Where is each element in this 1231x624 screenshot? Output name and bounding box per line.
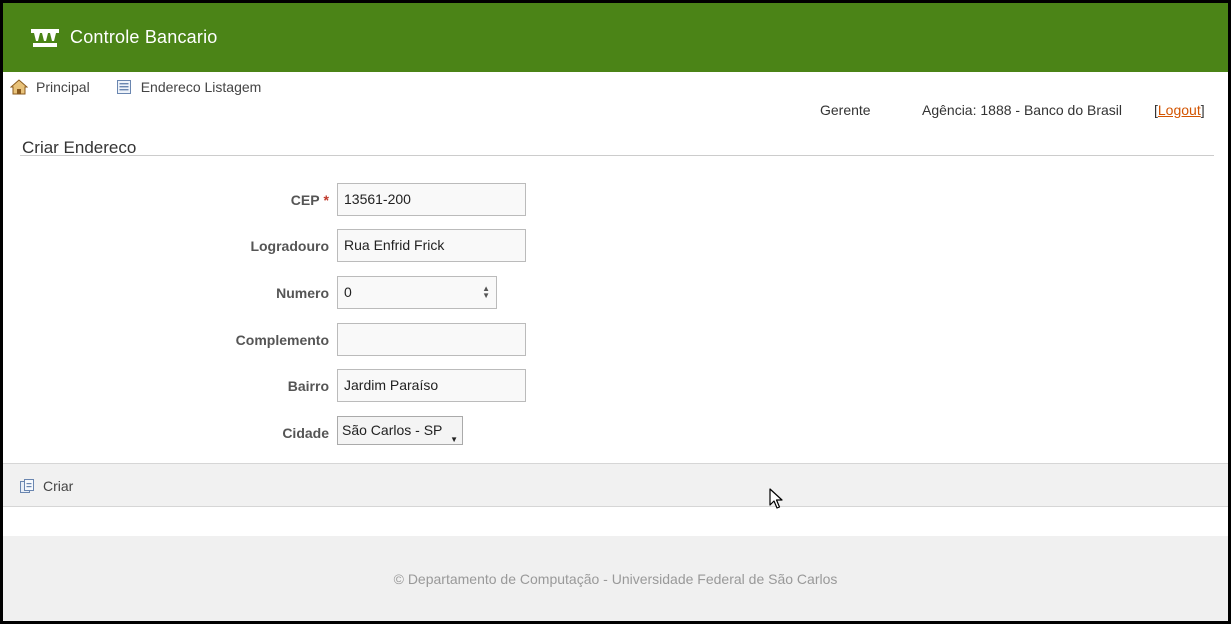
logout-link[interactable]: Logout: [1158, 102, 1201, 118]
bairro-label: Bairro: [287, 378, 329, 394]
title-divider: [20, 155, 1214, 156]
app-title: Controle Bancario: [70, 27, 218, 47]
numero-value: 0: [344, 284, 352, 300]
breadcrumb-nav: Principal Endereco Listagem: [10, 79, 286, 95]
cep-input[interactable]: 13561-200: [337, 183, 526, 216]
complemento-row: Complemento: [3, 323, 703, 357]
nav-principal-link[interactable]: Principal: [10, 79, 90, 95]
cep-label: CEP *: [291, 192, 329, 208]
cidade-label: Cidade: [282, 425, 329, 441]
chevron-down-icon: ▼: [450, 435, 458, 444]
footer-text: © Departamento de Computação - Universid…: [393, 571, 838, 587]
numero-input[interactable]: 0 ▲ ▼: [337, 276, 497, 309]
app-window: Controle Bancario Principal Endereco Lis…: [3, 3, 1228, 621]
required-mark: *: [323, 192, 329, 208]
footer: © Departamento de Computação - Universid…: [3, 536, 1228, 621]
complemento-label: Complemento: [235, 332, 329, 348]
mouse-pointer-icon: [769, 488, 783, 513]
list-icon: [115, 79, 133, 95]
numero-stepper[interactable]: ▲ ▼: [482, 285, 490, 300]
logradouro-row: Logradouro Rua Enfrid Frick: [3, 229, 703, 263]
create-button-label: Criar: [43, 478, 74, 494]
cidade-row: Cidade São Carlos - SP ▼: [3, 416, 703, 450]
bank-icon: [30, 26, 60, 50]
cidade-select[interactable]: São Carlos - SP ▼: [337, 416, 463, 445]
logout-close-bracket: ]: [1200, 102, 1205, 118]
cidade-selected-value: São Carlos - SP: [342, 422, 443, 438]
logout-wrapper: [Logout]: [1154, 102, 1205, 118]
bairro-row: Bairro Jardim Paraíso: [3, 369, 703, 403]
action-bar: Criar: [3, 463, 1228, 507]
nav-principal-label: Principal: [36, 79, 90, 95]
create-icon: [18, 478, 36, 494]
bairro-input[interactable]: Jardim Paraíso: [337, 369, 526, 402]
complemento-input[interactable]: [337, 323, 526, 356]
cep-row: CEP * 13561-200: [3, 183, 703, 217]
logradouro-label: Logradouro: [250, 238, 329, 254]
nav-endereco-listagem-link[interactable]: Endereco Listagem: [115, 79, 262, 95]
create-button[interactable]: Criar: [18, 478, 73, 494]
numero-row: Numero 0 ▲ ▼: [3, 276, 703, 310]
agency-info: Agência: 1888 - Banco do Brasil: [922, 102, 1123, 118]
numero-label: Numero: [276, 285, 329, 301]
user-bar: Gerente Agência: 1888 - Banco do Brasil …: [3, 102, 1228, 120]
logradouro-input[interactable]: Rua Enfrid Frick: [337, 229, 526, 262]
user-role: Gerente: [820, 102, 871, 118]
cep-label-text: CEP: [290, 192, 320, 208]
home-icon: [10, 79, 28, 95]
nav-endereco-listagem-label: Endereco Listagem: [140, 79, 262, 95]
app-header: Controle Bancario: [3, 3, 1228, 72]
